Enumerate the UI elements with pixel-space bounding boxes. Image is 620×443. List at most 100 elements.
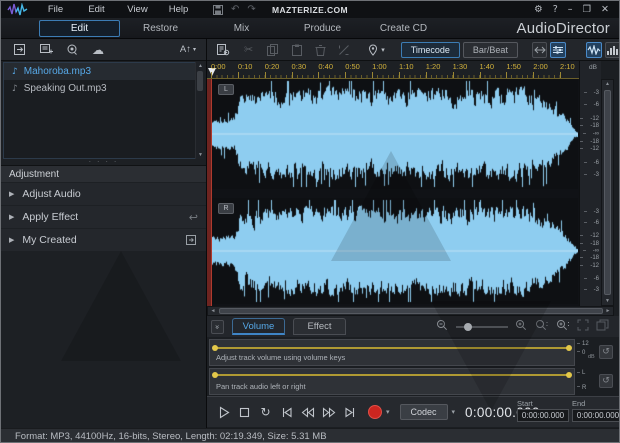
cut-icon[interactable]: ✂ xyxy=(244,43,253,56)
channel-left[interactable]: L xyxy=(212,79,578,189)
go-to-end-button[interactable] xyxy=(339,406,360,418)
timecode-toggle[interactable]: Timecode xyxy=(400,41,460,58)
channel-right[interactable]: R xyxy=(212,198,578,304)
tab-mix[interactable]: Mix xyxy=(201,20,282,37)
menu-help[interactable]: Help xyxy=(158,4,199,15)
waveform-right-canvas[interactable] xyxy=(212,198,578,304)
db-tick-label: -3 xyxy=(582,208,599,215)
expand-triangle-icon[interactable]: ▶ xyxy=(9,190,14,198)
pan-line[interactable] xyxy=(213,374,571,376)
tab-restore[interactable]: Restore xyxy=(120,20,201,37)
editor-tab-effect[interactable]: Effect xyxy=(293,318,346,335)
expand-triangle-icon[interactable]: ▶ xyxy=(9,213,14,221)
mode-tabs-row: Edit Restore Mix Produce Create CD AudioDire… xyxy=(1,18,619,39)
delete-icon[interactable] xyxy=(315,44,326,56)
barbeat-toggle[interactable]: Bar/Beat xyxy=(462,41,518,58)
collapse-panel-button[interactable]: « xyxy=(211,319,224,334)
record-audio-icon[interactable] xyxy=(66,44,79,55)
import-preset-icon[interactable] xyxy=(185,234,198,246)
tab-edit[interactable]: Edit xyxy=(39,19,120,37)
undo-icon[interactable]: ↶ xyxy=(231,4,239,15)
restore-zoom-icon[interactable] xyxy=(596,318,609,336)
edit-settings-icon[interactable] xyxy=(217,43,230,56)
vertical-scrollbar[interactable]: ▲ ▼ xyxy=(601,79,614,306)
waveform-view-icon[interactable] xyxy=(585,41,602,58)
filelist-scrollbar[interactable]: ▲ ▼ xyxy=(195,62,204,159)
vscroll-thumb[interactable] xyxy=(604,90,611,295)
fast-forward-button[interactable] xyxy=(318,406,339,418)
paste-icon[interactable] xyxy=(291,44,303,56)
record-button[interactable] xyxy=(368,405,382,419)
menu-file[interactable]: File xyxy=(35,4,76,15)
settings-gear-icon[interactable]: ⚙ xyxy=(534,4,543,15)
rewind-button[interactable] xyxy=(297,406,318,418)
waveform-area[interactable]: L R xyxy=(207,79,579,306)
maximize-icon[interactable]: ❐ xyxy=(583,4,592,15)
pan-keyframe-end[interactable] xyxy=(566,372,572,378)
adjustment-item-my-created[interactable]: ▶ My Created xyxy=(1,229,206,251)
stop-button[interactable] xyxy=(234,407,255,418)
horizontal-scrollbar[interactable]: ◄ ► xyxy=(207,306,614,316)
mixer-view-icon[interactable] xyxy=(550,41,566,58)
cloud-download-icon[interactable]: ☁ xyxy=(92,43,104,57)
expand-triangle-icon[interactable]: ▶ xyxy=(9,236,14,244)
sort-button[interactable]: A↑ ▾ xyxy=(180,44,206,55)
tab-produce[interactable]: Produce xyxy=(282,20,363,37)
db-unit-label: dB xyxy=(589,64,597,71)
tab-create-cd[interactable]: Create CD xyxy=(363,20,444,37)
brand-name: AudioDirector xyxy=(516,19,610,37)
codec-caret-icon[interactable]: ▾ xyxy=(452,408,456,416)
import-playlist-icon[interactable] xyxy=(40,44,53,55)
pan-reset-button[interactable]: ↺ xyxy=(599,374,613,388)
close-icon[interactable]: ✕ xyxy=(601,4,609,15)
copy-icon[interactable] xyxy=(267,43,279,56)
volume-line[interactable] xyxy=(213,347,571,349)
status-bar: Format: MP3, 44100Hz, 16-bits, Stereo, L… xyxy=(1,428,619,442)
import-media-icon[interactable] xyxy=(14,44,27,55)
adjustment-item-adjust-audio[interactable]: ▶ Adjust Audio xyxy=(1,183,206,205)
minimize-icon[interactable]: – xyxy=(568,4,573,15)
volume-keyframe-start[interactable] xyxy=(212,345,218,351)
volume-keyframe-end[interactable] xyxy=(566,345,572,351)
pan-keyframe-track[interactable]: Pan track audio left or right xyxy=(209,368,575,395)
waveform-left-canvas[interactable] xyxy=(212,79,578,189)
adjustment-item-apply-effect[interactable]: ▶ Apply Effect ↩ xyxy=(1,206,206,228)
dock-panels-icon[interactable] xyxy=(531,41,548,58)
save-icon[interactable] xyxy=(213,4,223,15)
codec-button[interactable]: Codec xyxy=(399,404,448,420)
zoom-slider[interactable] xyxy=(456,322,508,331)
volume-reset-button[interactable]: ↺ xyxy=(599,345,613,359)
ruler-tick-label: 1:10 xyxy=(398,62,414,71)
zoom-out-icon[interactable] xyxy=(436,318,449,336)
loop-button[interactable]: ↻ xyxy=(255,405,276,419)
fit-project-icon[interactable] xyxy=(577,318,589,336)
hscroll-thumb[interactable] xyxy=(219,308,603,314)
channel-left-badge: L xyxy=(218,84,234,95)
zoom-slider-knob[interactable] xyxy=(464,322,472,331)
zoom-in-icon[interactable] xyxy=(515,318,528,336)
ruler-tick-label: 0:50 xyxy=(345,62,360,71)
help-icon[interactable]: ? xyxy=(553,4,558,15)
file-item[interactable]: ♪ Speaking Out.mp3 xyxy=(4,80,203,97)
timeline-ruler[interactable]: 0:00 0:10 0:20 0:30 0:40 0:50 1:00 1:10 1:20 1:30… xyxy=(207,61,579,79)
play-button[interactable] xyxy=(213,406,234,419)
spectral-view-icon[interactable] xyxy=(604,41,619,58)
ruler-tick-label: 1:20 xyxy=(425,62,441,71)
redo-icon[interactable]: ↷ xyxy=(247,4,255,15)
menu-edit[interactable]: Edit xyxy=(76,4,117,15)
file-item[interactable]: ♪ Mahoroba.mp3 xyxy=(4,63,203,80)
editor-tab-volume[interactable]: Volume xyxy=(232,318,285,335)
record-caret-icon[interactable]: ▾ xyxy=(386,408,390,416)
trim-icon[interactable] xyxy=(338,44,350,56)
pan-keyframe-start[interactable] xyxy=(212,372,218,378)
zoom-level-icon[interactable] xyxy=(556,318,570,336)
end-value[interactable]: 0:00:00.000 xyxy=(572,409,619,422)
marker-icon[interactable] xyxy=(368,43,378,56)
volume-keyframe-track[interactable]: Adjust track volume using volume keys xyxy=(209,339,575,366)
go-to-start-button[interactable] xyxy=(276,406,297,418)
zoom-selection-icon[interactable] xyxy=(535,318,549,336)
menu-view[interactable]: View xyxy=(117,4,158,15)
start-value[interactable]: 0:00:00.000 xyxy=(517,409,569,422)
reset-effect-icon[interactable]: ↩ xyxy=(189,211,198,224)
marker-caret-icon[interactable]: ▾ xyxy=(381,46,385,54)
